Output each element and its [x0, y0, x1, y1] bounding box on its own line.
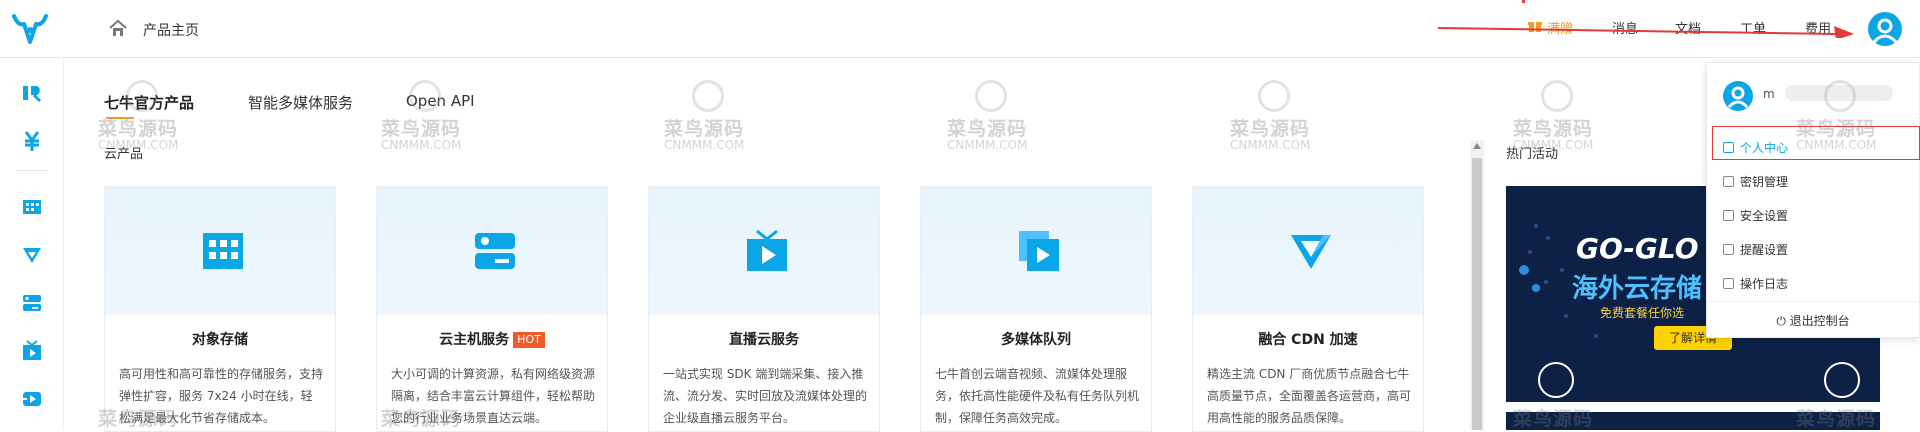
user-icon [1727, 86, 1749, 109]
tab-media-services[interactable]: 智能多媒体服务 [248, 92, 353, 113]
card-illustration [1193, 187, 1423, 315]
menu-item-reminders[interactable]: 提醒设置 [1723, 241, 1788, 258]
banner-headline-en: GO-GLO [1576, 232, 1699, 265]
scrollbar[interactable] [1470, 140, 1484, 430]
card-illustration [649, 187, 879, 315]
banner-logo-icon [1538, 362, 1574, 398]
product-description: 高可用性和高可靠性的存储服务，支持弹性扩容，服务 7x24 小时在线，轻松满足最… [119, 367, 324, 425]
product-description: 一站式实现 SDK 端到端采集、接入推流、流分发、实时回放及流媒体处理的企业级直… [663, 367, 868, 425]
hot-badge: HOT [513, 332, 545, 348]
home-icon[interactable] [108, 18, 128, 38]
hot-activities-title: 热门活动 [1506, 147, 1559, 162]
sidebar-object-storage-icon[interactable] [20, 196, 44, 218]
product-card-media-queue[interactable]: 多媒体队列 七牛首创云端音视频、流媒体处理服务，依托高性能硬件及私有任务队列机制… [920, 186, 1152, 432]
card-illustration [377, 187, 607, 315]
user-dropdown-menu: m 个人中心 密钥管理 安全设置 提醒设置 操作日志 ⏻ 退出控制台 [1706, 62, 1920, 338]
product-card-live[interactable]: 直播云服务 一站式实现 SDK 端到端采集、接入推流、流分发、实时回放及流媒体处… [648, 186, 880, 432]
product-description: 七牛首创云端音视频、流媒体处理服务，依托高性能硬件及私有任务队列机制，保障任务高… [935, 367, 1140, 425]
menu-item-security[interactable]: 安全设置 [1723, 207, 1788, 224]
menu-item-keys[interactable]: 密钥管理 [1723, 173, 1788, 190]
product-title: 融合 CDN 加速 [1258, 332, 1358, 348]
logout-label: 退出控制台 [1789, 314, 1850, 328]
user-avatar-button[interactable] [1868, 12, 1902, 46]
product-card-cdn[interactable]: 融合 CDN 加速 精选主流 CDN 厂商优质节点融合七牛高质量节点，全面覆盖各… [1192, 186, 1424, 432]
dropdown-username-redacted [1785, 85, 1893, 101]
product-title: 云主机服务 HOT [377, 329, 607, 349]
sidebar [0, 58, 64, 430]
tab-open-api[interactable]: Open API [406, 92, 475, 110]
tab-active-indicator [106, 117, 134, 119]
qiniu-logo-icon[interactable] [10, 12, 50, 46]
scroll-up-arrow-icon[interactable] [1473, 143, 1481, 149]
menu-item-label: 安全设置 [1740, 209, 1789, 223]
product-description: 精选主流 CDN 厂商优质节点融合七牛高质量节点，全面覆盖各运营商，高可用高性能… [1207, 367, 1412, 425]
sidebar-cdn-icon[interactable] [20, 244, 44, 266]
card-illustration [105, 187, 335, 315]
section-title: 云产品 [104, 147, 144, 162]
product-card-cloud-host[interactable]: 云主机服务 HOT 大小可调的计算资源，私有网络级资源隔离，结合丰富云计算组件，轻… [376, 186, 608, 432]
menu-item-logs[interactable]: 操作日志 [1723, 275, 1788, 292]
power-icon: ⏻ [1776, 314, 1790, 328]
tab-official-products[interactable]: 七牛官方产品 [104, 92, 194, 113]
dropdown-divider [1707, 301, 1919, 302]
annotation-dot [1522, 0, 1525, 3]
product-title: 对象存储 [192, 332, 248, 348]
cloud-host-icon [475, 233, 515, 269]
scrollbar-thumb[interactable] [1472, 158, 1482, 430]
dropdown-avatar [1723, 81, 1753, 111]
breadcrumb: 产品主页 [143, 23, 199, 39]
annotation-arrow [1438, 26, 1854, 38]
menu-item-label: 密钥管理 [1740, 175, 1789, 189]
menu-item-label: 提醒设置 [1740, 243, 1789, 257]
cdn-icon [1291, 235, 1331, 269]
banner-subtitle: 免费套餐任你选 [1600, 306, 1685, 320]
product-card-object-storage[interactable]: 对象存储 高可用性和高可靠性的存储服务，支持弹性扩容，服务 7x24 小时在线，… [104, 186, 336, 432]
live-tv-icon [747, 229, 787, 271]
lock-icon [1723, 210, 1734, 221]
card-illustration [921, 187, 1151, 315]
object-storage-icon [203, 233, 243, 269]
media-queue-icon [1019, 231, 1059, 271]
sidebar-cloud-host-icon[interactable] [20, 292, 44, 314]
product-title: 直播云服务 [729, 332, 799, 348]
dropdown-username: m [1763, 87, 1775, 101]
annotation-highlight-box [1712, 126, 1920, 160]
sidebar-live-icon[interactable] [20, 340, 44, 362]
logout-button[interactable]: ⏻ 退出控制台 [1707, 312, 1919, 329]
product-description: 大小可调的计算资源，私有网络级资源隔离，结合丰富云计算组件，轻松帮助您的行业业务… [391, 367, 596, 425]
sidebar-overview-icon[interactable] [20, 82, 44, 104]
bell-icon [1723, 244, 1734, 255]
sidebar-divider [16, 170, 48, 171]
product-title: 多媒体队列 [1001, 332, 1071, 348]
banner-headline-cn: 海外云存储 [1572, 274, 1703, 304]
product-title-text: 云主机服务 [439, 332, 510, 348]
menu-item-label: 操作日志 [1740, 277, 1789, 291]
log-icon [1723, 278, 1734, 289]
sidebar-media-icon[interactable] [20, 388, 44, 410]
key-icon [1723, 176, 1734, 187]
sidebar-billing-icon[interactable] [20, 130, 44, 152]
promo-banner-next[interactable] [1506, 412, 1880, 430]
banner-logo-icon [1824, 362, 1860, 398]
user-icon [1872, 18, 1898, 44]
